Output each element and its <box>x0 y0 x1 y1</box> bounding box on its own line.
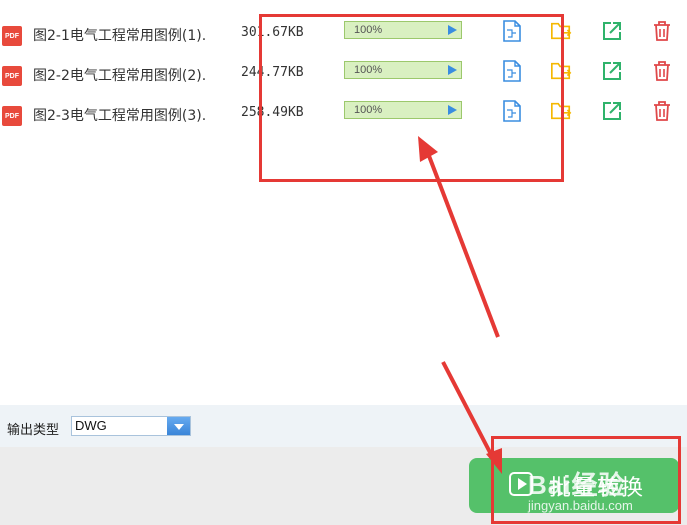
annotation-arrows <box>418 136 502 474</box>
